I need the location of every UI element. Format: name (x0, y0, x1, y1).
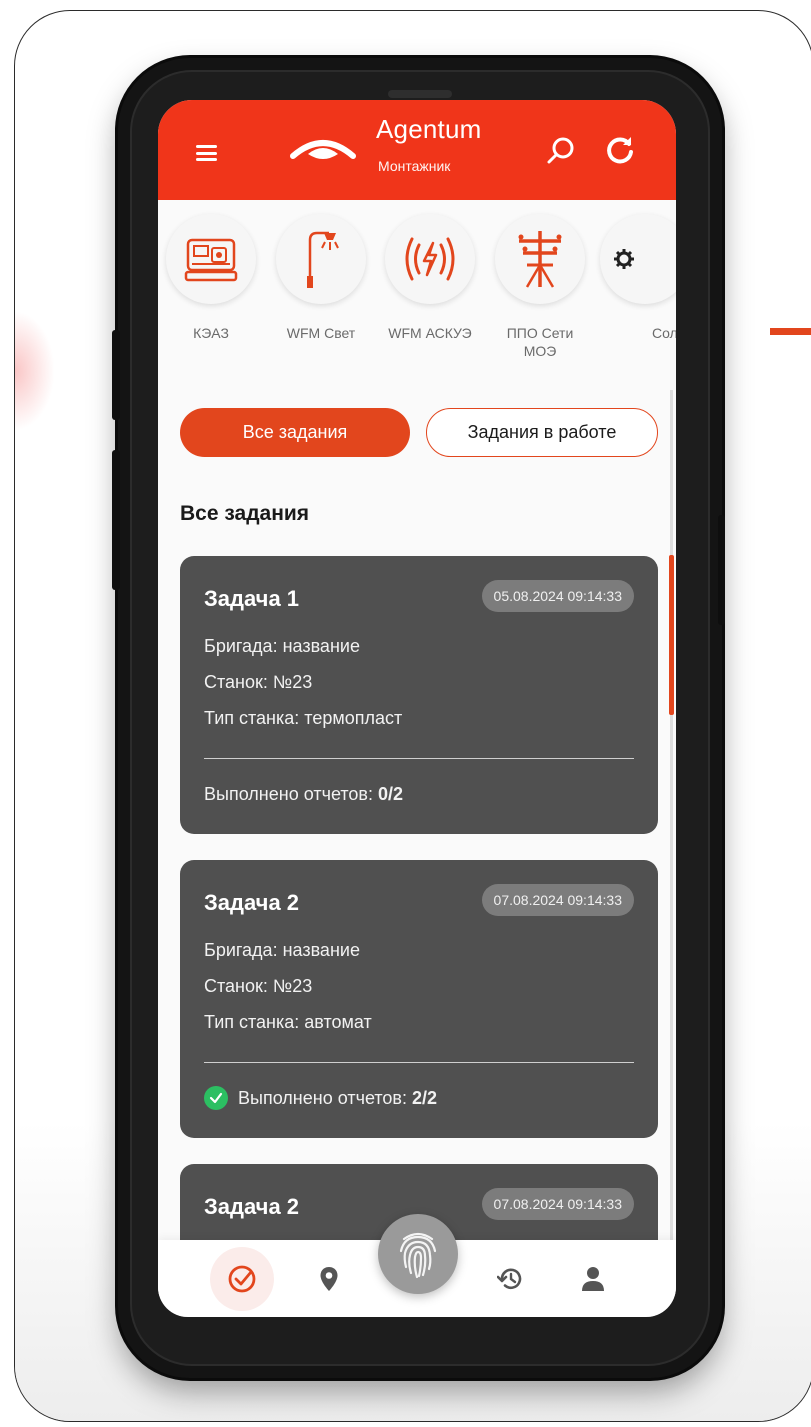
side-button-left-1 (112, 330, 120, 420)
fingerprint-icon (399, 1232, 437, 1279)
task-reports-value: 0/2 (377, 784, 404, 804)
gear-icon (614, 249, 634, 269)
check-circle-icon (204, 1086, 228, 1110)
task-reports-value: 2/2 (411, 1087, 438, 1108)
service-label: Сол (652, 325, 676, 341)
task-reports: Выполнено отчетов: 2/2 (204, 1086, 437, 1110)
hamburger-icon[interactable] (196, 145, 217, 161)
nav-tasks[interactable] (210, 1240, 274, 1317)
task-date-badge: 07.08.2024 09:14:33 (481, 884, 634, 916)
location-pin-icon (320, 1266, 338, 1291)
power-pole-icon (518, 231, 562, 288)
app-header: Agentum Монтажник (158, 100, 676, 200)
task-machine-type: Тип станка: термопласт (204, 708, 403, 728)
service-shortcuts: КЭАЗ WFM Свет WFM АСКУЭ ППО Сети МОЭ Сол (158, 200, 676, 390)
service-circle (276, 214, 366, 304)
search-icon[interactable] (546, 136, 576, 166)
app-title: Agentum (376, 114, 482, 144)
service-circle (600, 214, 676, 304)
service-label: WFM АСКУЭ (388, 325, 472, 341)
task-card[interactable]: Задача 2 07.08.2024 09:14:33 Бригада: на… (180, 860, 658, 1138)
service-wfm-svet[interactable]: WFM Свет (271, 214, 371, 342)
service-wfm-askue[interactable]: WFM АСКУЭ (380, 214, 480, 342)
task-brigade: Бригада: название (204, 636, 360, 656)
eye-logo-icon (290, 140, 356, 159)
section-title: Все задания (180, 502, 310, 525)
service-label: ППО Сети МОЭ (506, 325, 574, 359)
service-label: WFM Свет (286, 325, 356, 341)
nav-history[interactable] (486, 1240, 536, 1317)
task-divider (204, 1062, 634, 1063)
fingerprint-button[interactable] (378, 1214, 458, 1294)
tasks-check-icon (228, 1265, 256, 1292)
service-label: КЭАЗ (193, 325, 229, 341)
side-button-left-2 (112, 450, 120, 590)
nav-profile[interactable] (568, 1240, 618, 1317)
scrollbar-thumb[interactable] (669, 555, 674, 715)
task-card[interactable]: Задача 1 05.08.2024 09:14:33 Бригада: на… (180, 556, 658, 834)
task-machine-type: Тип станка: автомат (204, 1012, 372, 1032)
refresh-icon[interactable] (604, 134, 636, 166)
scrollbar-track (670, 390, 673, 1240)
history-icon (497, 1268, 522, 1289)
service-ppo-seti-moe[interactable]: ППО Сети МОЭ (490, 214, 590, 360)
service-keaz[interactable]: КЭАЗ (161, 214, 261, 342)
task-date-badge: 07.08.2024 09:14:33 (481, 1188, 634, 1220)
machine-icon (184, 238, 238, 282)
task-reports-label: Выполнено отчетов: (238, 1087, 407, 1108)
service-partial[interactable]: Сол (600, 214, 676, 342)
service-circle (495, 214, 585, 304)
task-title: Задача 2 (204, 890, 300, 915)
nav-map[interactable] (304, 1240, 354, 1317)
accent-line-decoration (770, 328, 811, 335)
street-lamp-icon (307, 231, 339, 288)
filter-in-progress-button[interactable]: Задания в работе (426, 408, 658, 457)
task-machine: Станок: №23 (204, 672, 313, 692)
task-title: Задача 1 (204, 586, 300, 611)
task-brigade: Бригада: название (204, 940, 360, 960)
service-circle (166, 214, 256, 304)
task-machine: Станок: №23 (204, 976, 313, 996)
task-title: Задача 2 (204, 1194, 300, 1219)
phone-speaker (388, 90, 452, 98)
task-divider (204, 758, 634, 759)
app-role-subtitle: Монтажник (378, 158, 451, 174)
energy-signal-icon (405, 237, 455, 281)
service-circle (385, 214, 475, 304)
filter-all-tasks-button[interactable]: Все задания (180, 408, 410, 457)
task-reports: Выполнено отчетов: 0/2 (204, 784, 403, 805)
task-date-badge: 05.08.2024 09:14:33 (481, 580, 634, 612)
task-reports-label: Выполнено отчетов: (204, 784, 373, 804)
side-button-right (718, 515, 725, 625)
phone-screen: Agentum Монтажник КЭАЗ WFM Свет WFM АСКУ… (158, 100, 676, 1317)
red-glow-decoration (15, 311, 55, 431)
profile-icon (582, 1266, 604, 1291)
